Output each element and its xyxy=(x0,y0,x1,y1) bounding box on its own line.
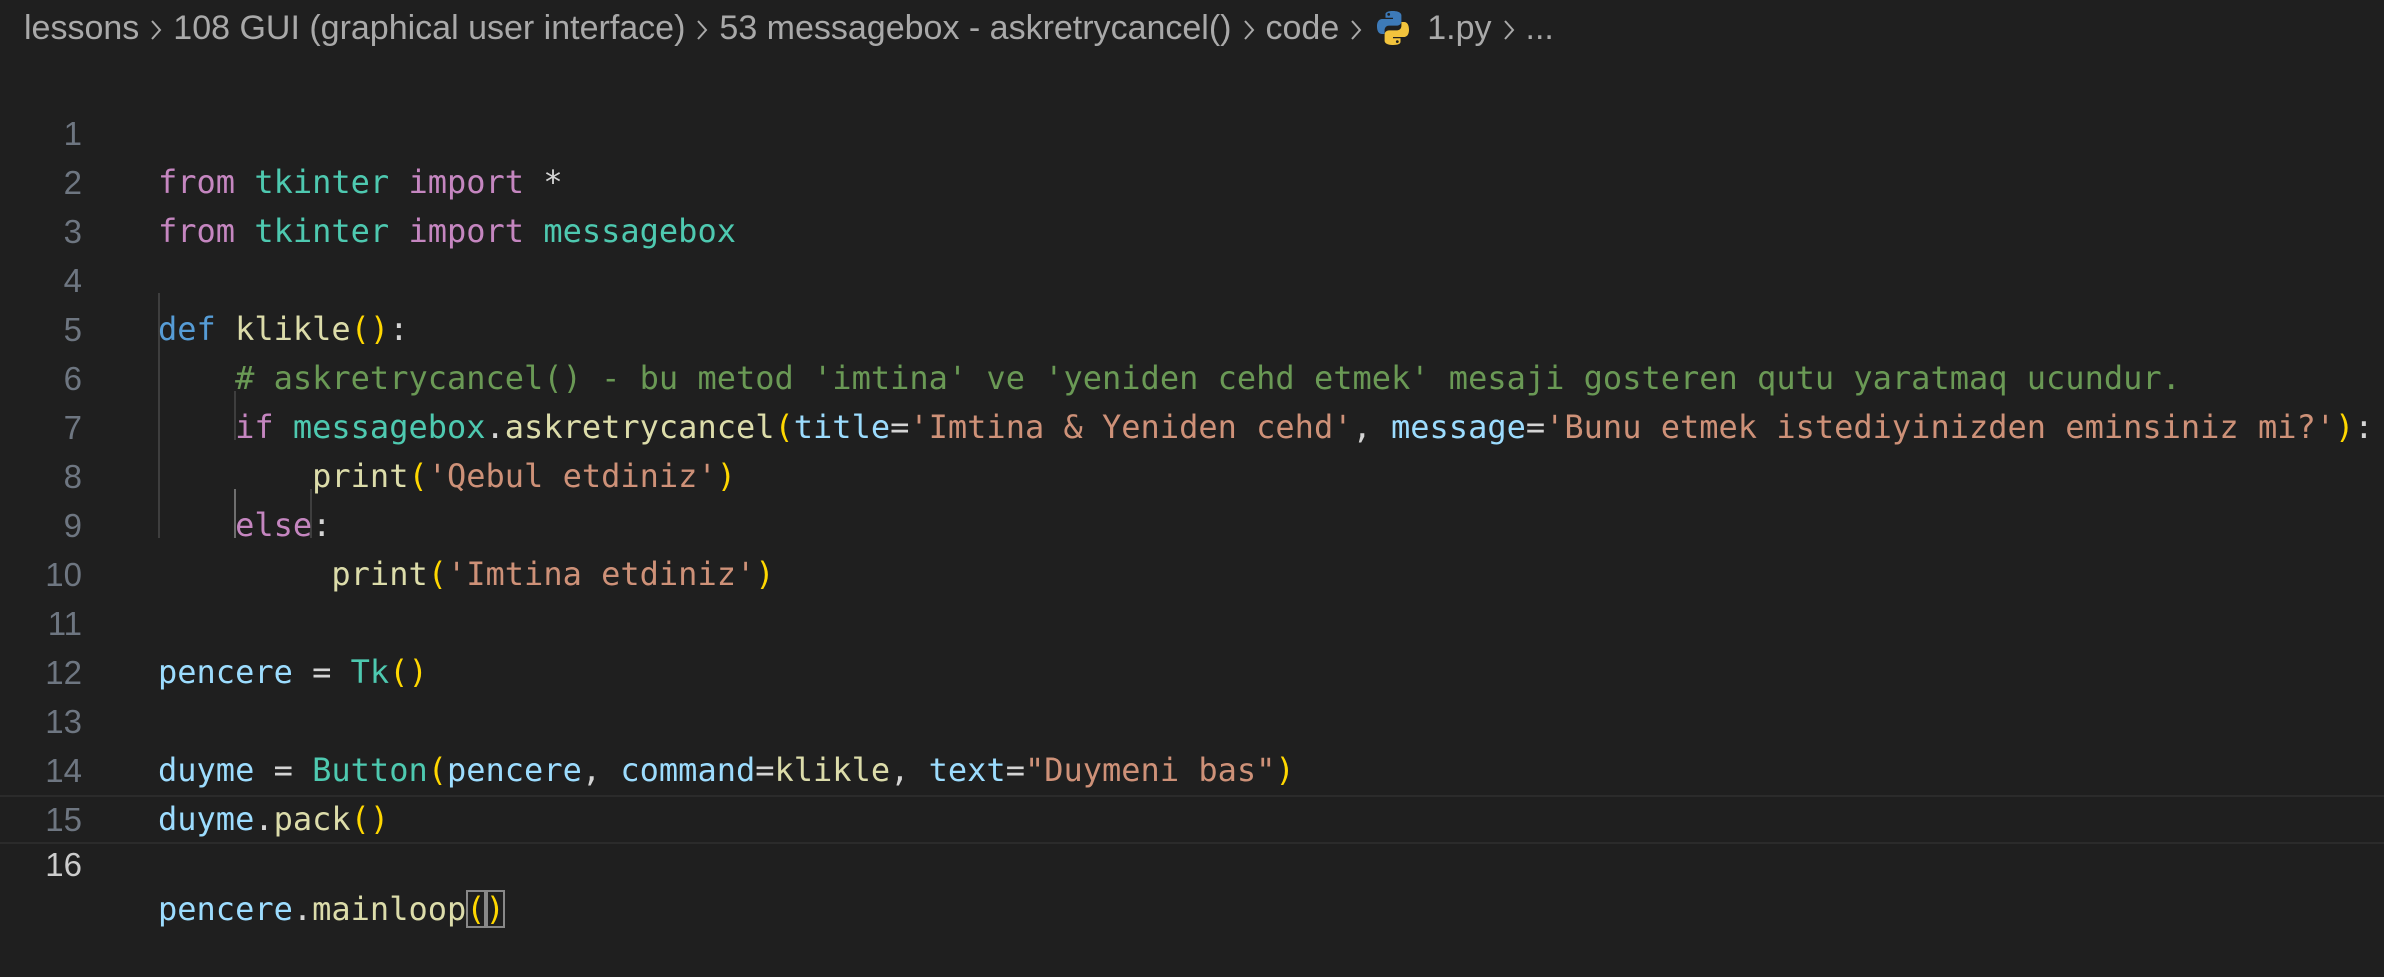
code-line-current[interactable]: 16 pencere.mainloop() xyxy=(0,795,2384,928)
code-line[interactable]: 10 xyxy=(0,501,2384,593)
code-line[interactable]: 9 print('Imtina etdiniz') xyxy=(0,452,2384,593)
code-line[interactable]: 6 if messagebox.askretrycancel(title='Im… xyxy=(0,305,2384,446)
code-token: pencere xyxy=(158,890,293,928)
code-line[interactable]: 5 # askretrycancel() - bu metod 'imtina'… xyxy=(0,256,2384,397)
code-line[interactable]: 11 pencere = Tk() xyxy=(0,550,2384,691)
line-content: pencere.mainloop() xyxy=(158,887,505,932)
code-token: . xyxy=(292,890,313,928)
code-line[interactable]: 3 xyxy=(0,158,2384,250)
code-line[interactable]: 4 def klikle(): xyxy=(0,207,2384,348)
line-number: 16 xyxy=(45,846,82,883)
code-line[interactable]: 7 print('Qebul etdiniz') xyxy=(0,354,2384,495)
code-line[interactable]: 13 duyme = Button(pencere, command=klikl… xyxy=(0,648,2384,789)
breadcrumb-file-label: 1.py xyxy=(1427,8,1492,47)
code-token: mainloop xyxy=(312,890,467,928)
breadcrumb-item-code[interactable]: code xyxy=(1266,9,1340,48)
code-line[interactable]: 15 xyxy=(0,746,2384,838)
breadcrumb-item-file[interactable]: 1.py xyxy=(1373,8,1492,48)
code-line[interactable]: 14 duyme.pack() xyxy=(0,697,2384,838)
code-token: ) xyxy=(485,890,505,928)
code-token: ( xyxy=(466,890,486,928)
breadcrumb-item-messagebox[interactable]: 53 messagebox - askretrycancel() xyxy=(719,9,1231,48)
chevron-right-icon xyxy=(1232,9,1266,48)
chevron-right-icon xyxy=(685,9,719,48)
python-file-icon xyxy=(1373,8,1413,48)
breadcrumb-item-gui[interactable]: 108 GUI (graphical user interface) xyxy=(173,9,685,48)
code-line[interactable]: 8 else: xyxy=(0,403,2384,544)
chevron-right-icon xyxy=(1492,9,1526,48)
chevron-right-icon xyxy=(1339,9,1373,48)
breadcrumb: lessons 108 GUI (graphical user interfac… xyxy=(0,0,1554,56)
breadcrumb-more[interactable]: ... xyxy=(1526,9,1554,48)
chevron-right-icon xyxy=(139,9,173,48)
code-line[interactable]: 1 from tkinter import * xyxy=(0,60,2384,201)
code-line[interactable]: 12 xyxy=(0,599,2384,691)
breadcrumb-item-lessons[interactable]: lessons xyxy=(24,9,139,48)
code-editor[interactable]: 1 from tkinter import * 2 from tkinter i… xyxy=(0,60,2384,928)
code-line[interactable]: 2 from tkinter import messagebox xyxy=(0,109,2384,250)
